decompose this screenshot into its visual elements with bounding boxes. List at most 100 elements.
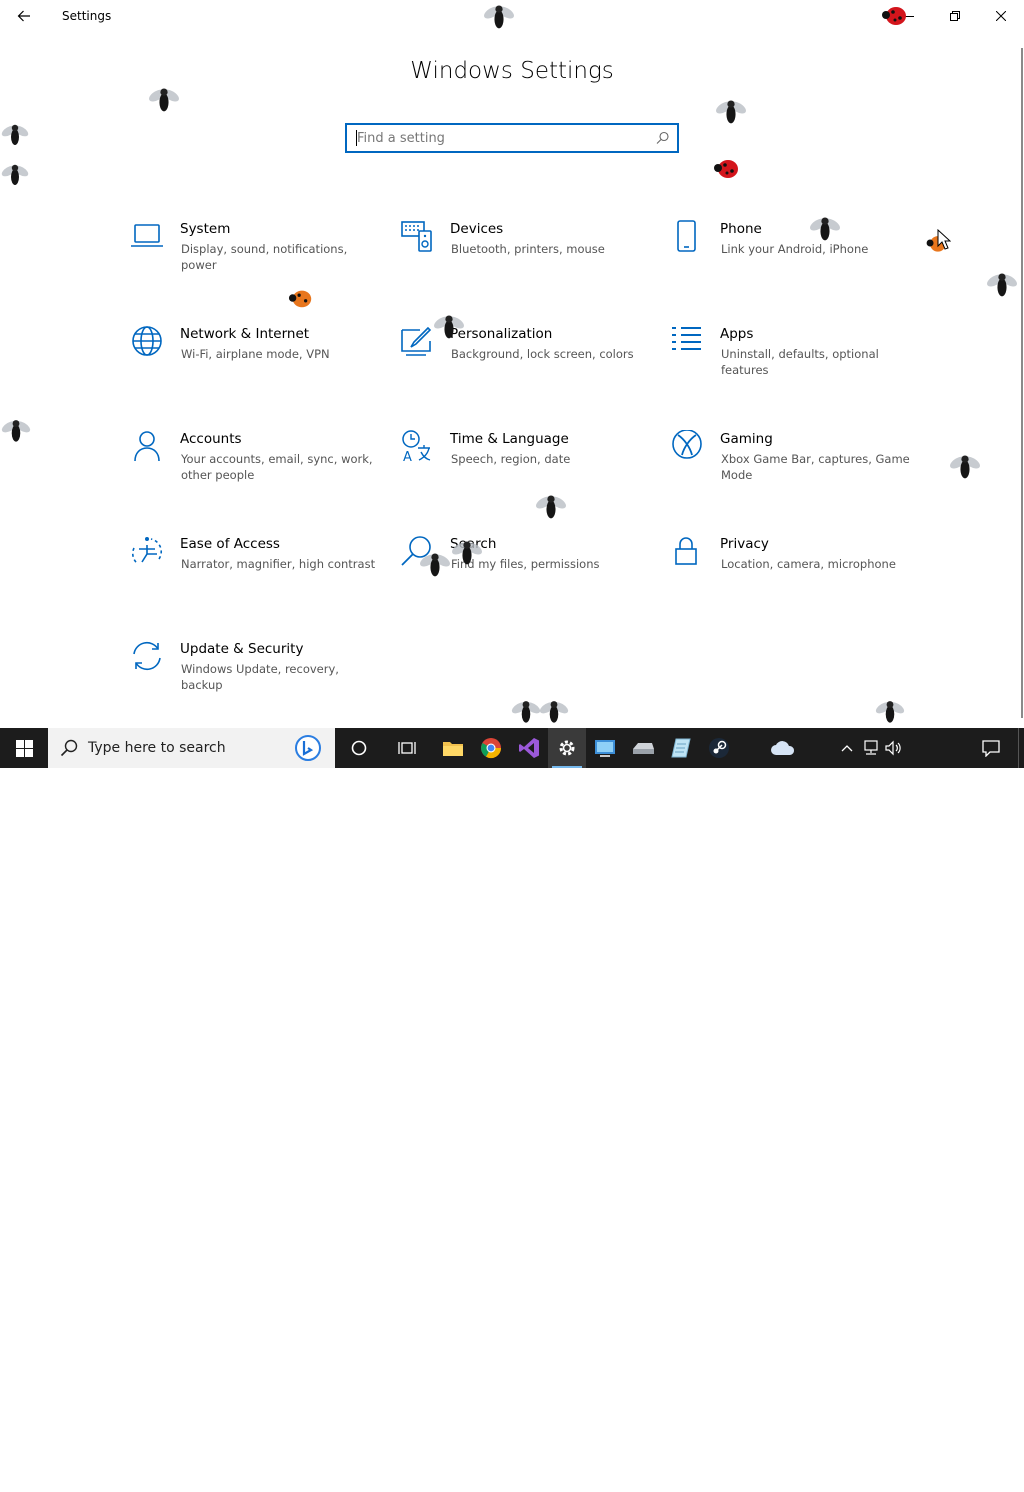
tile-name: Time & Language (450, 431, 569, 447)
tile-description: Your accounts, email, sync, work, other … (181, 452, 373, 482)
cortana-button[interactable] (340, 728, 378, 768)
text-caret (356, 130, 357, 146)
tile-privacy[interactable]: Privacy Location, camera, microphone (670, 535, 920, 605)
folder-icon (443, 742, 463, 756)
close-icon (996, 11, 1006, 21)
tile-update-security[interactable]: Update & Security Windows Update, recove… (130, 640, 380, 710)
time-language-icon: A (402, 430, 431, 464)
taskbar-chrome[interactable] (472, 728, 510, 768)
tile-time-language[interactable]: A Time & Language Speech, region, date (400, 430, 650, 500)
network-tray-button[interactable] (860, 728, 882, 768)
tray-overflow-button[interactable] (838, 728, 856, 768)
taskbar-notepad[interactable] (662, 728, 700, 768)
person-icon (134, 431, 160, 462)
tile-gaming[interactable]: Gaming Xbox Game Bar, captures, Game Mod… (670, 430, 920, 500)
sync-icon (133, 641, 161, 671)
taskbar-control-panel[interactable] (586, 728, 624, 768)
weather-widget[interactable] (766, 728, 800, 768)
tile-name: Update & Security (180, 641, 304, 657)
taskbar-drive[interactable] (624, 728, 662, 768)
settings-window: Settings Windows Settings System Display… (0, 0, 1024, 728)
fly-icon (875, 701, 905, 723)
taskbar-search-placeholder: Type here to search (88, 740, 226, 756)
task-view-button[interactable] (388, 728, 426, 768)
tile-description: Speech, region, date (451, 452, 571, 466)
windows-logo-icon (15, 739, 33, 757)
fly-icon (1, 164, 29, 185)
laptop-icon (131, 224, 163, 247)
fly-icon (1, 124, 29, 145)
tile-name: Apps (720, 326, 754, 342)
scrollbar[interactable] (1018, 40, 1024, 720)
volume-tray-button[interactable] (882, 728, 904, 768)
fly-icon (452, 541, 482, 565)
mouse-cursor-icon (937, 229, 951, 250)
apps-list-icon (672, 327, 701, 350)
close-button[interactable] (978, 0, 1024, 32)
tile-description: Bluetooth, printers, mouse (451, 242, 605, 256)
scroll-thumb[interactable] (1021, 48, 1023, 718)
ladybug-icon (714, 160, 738, 178)
lock-icon (675, 537, 697, 565)
taskbar-file-explorer[interactable] (434, 728, 472, 768)
tile-description: Display, sound, notifications, power (181, 242, 348, 272)
tile-phone[interactable]: Phone Link your Android, iPhone (670, 220, 920, 290)
tile-description: Location, camera, microphone (721, 557, 896, 571)
fly-icon (950, 455, 980, 479)
taskbar-settings[interactable] (548, 728, 586, 768)
tile-apps[interactable]: Apps Uninstall, defaults, optional featu… (670, 325, 920, 395)
restore-button[interactable] (932, 0, 978, 32)
tile-name: Network & Internet (180, 326, 310, 342)
tile-name: Phone (720, 221, 762, 237)
weather-temperature[interactable]: 2°C (801, 1468, 825, 1483)
tile-name: Devices (450, 221, 504, 237)
action-center-button[interactable] (976, 728, 1006, 768)
tile-accounts[interactable]: Accounts Your accounts, email, sync, wor… (130, 430, 380, 500)
clock-date[interactable]: 3/1/2023 (912, 1478, 966, 1492)
tile-network-internet[interactable]: Network & Internet Wi-Fi, airplane mode,… (130, 325, 380, 395)
back-button[interactable] (8, 2, 40, 30)
fly-icon (716, 100, 746, 124)
tile-name: Ease of Access (180, 536, 280, 552)
globe-icon (132, 326, 162, 356)
tile-description: Uninstall, defaults, optional features (721, 347, 879, 377)
tile-name: System (180, 221, 231, 237)
paint-icon (401, 326, 432, 356)
tile-description: Background, lock screen, colors (451, 347, 634, 361)
tile-devices[interactable]: Devices Bluetooth, printers, mouse (400, 220, 650, 290)
taskbar-steam[interactable] (700, 728, 738, 768)
ladybug-icon (882, 7, 906, 25)
show-desktop-button[interactable] (1018, 728, 1024, 768)
tile-description: Narrator, magnifier, high contrast (181, 557, 376, 571)
start-button[interactable] (0, 728, 48, 768)
cortana-circle-icon (351, 740, 367, 756)
search-input[interactable] (347, 125, 649, 151)
tile-ease-of-access[interactable]: Ease of Access Narrator, magnifier, high… (130, 535, 380, 605)
page-title: Windows Settings (410, 58, 614, 84)
network-icon (864, 740, 878, 755)
chrome-icon (481, 738, 502, 759)
speaker-icon (885, 740, 901, 756)
fly-icon (434, 315, 464, 339)
search-box[interactable] (345, 123, 679, 153)
restore-icon (950, 11, 960, 21)
tile-name: Privacy (720, 536, 769, 552)
xbox-icon (672, 430, 702, 459)
visual-studio-icon (519, 738, 539, 758)
fly-icon (1, 420, 31, 442)
back-arrow-icon (17, 10, 30, 22)
search-magnifier-icon (649, 131, 677, 145)
fly-icon (536, 495, 566, 519)
fly-icon (484, 5, 514, 29)
taskbar-visual-studio[interactable] (510, 728, 548, 768)
taskbar-search-box[interactable]: Type here to search (48, 728, 335, 768)
tile-name: Gaming (720, 431, 773, 447)
fly-icon (539, 701, 569, 723)
bing-icon[interactable] (294, 734, 322, 762)
notepad-icon (671, 738, 691, 758)
tile-description: Wi-Fi, airplane mode, VPN (181, 347, 330, 361)
search-icon (60, 739, 78, 757)
task-view-icon (398, 742, 416, 754)
tile-system[interactable]: System Display, sound, notifications, po… (130, 220, 380, 290)
tile-name: Accounts (180, 431, 242, 447)
